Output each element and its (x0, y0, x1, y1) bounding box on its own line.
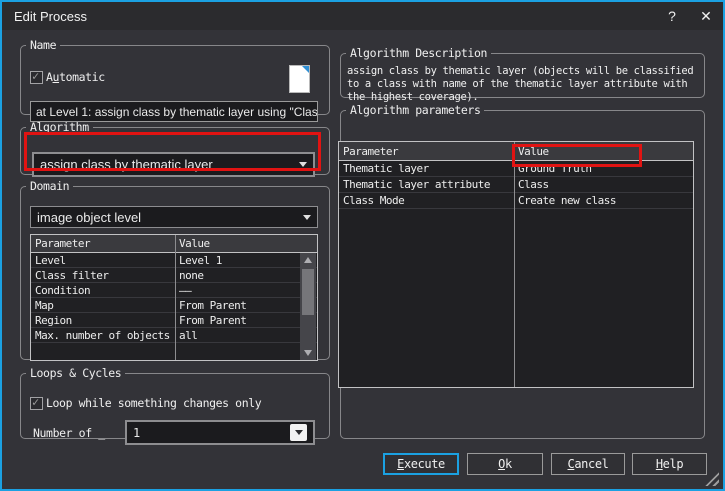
algorithm-parameters-table: ParameterValueThematic layerGround Truth… (338, 141, 694, 388)
help-icon[interactable]: ? (655, 2, 689, 30)
close-icon[interactable]: ✕ (689, 2, 723, 30)
loops-cycles-group-label: Loops & Cycles (26, 366, 125, 380)
value-cell[interactable]: all (175, 329, 317, 342)
param-cell[interactable]: Map (31, 299, 175, 312)
domain-table-scrollbar[interactable] (300, 253, 316, 360)
scroll-down-icon[interactable] (300, 346, 316, 360)
domain-select[interactable]: image object level (30, 206, 318, 228)
table-row[interactable]: Class filternone (31, 268, 317, 283)
scrollbar-thumb[interactable] (302, 269, 314, 315)
checkbox-checked-icon: ✓ (30, 71, 43, 84)
loop-while-changes-checkbox[interactable]: ✓ Loop while something changes only (30, 396, 261, 410)
loops-cycles-group: Loops & Cycles ✓ Loop while something ch… (20, 366, 330, 439)
domain-selected-value: image object level (37, 210, 141, 225)
chevron-down-icon (303, 215, 311, 220)
param-cell[interactable]: Thematic layer attribute (339, 178, 514, 191)
value-cell[interactable]: From Parent (175, 314, 317, 327)
scroll-up-icon[interactable] (300, 253, 316, 267)
algorithm-description-text: assign class by thematic layer (objects … (347, 65, 699, 104)
chevron-down-icon (299, 162, 307, 167)
automatic-checkbox-label: Automatic (46, 70, 105, 84)
domain-group: Domain image object level ParameterValue… (20, 179, 330, 360)
loop-while-changes-label: Loop while something changes only (46, 396, 261, 410)
algorithm-select[interactable]: assign class by thematic layer (32, 152, 315, 177)
algorithm-parameters-group: Algorithm parameters ParameterValueThema… (340, 103, 705, 439)
algorithm-parameters-label: Algorithm parameters (346, 103, 484, 117)
table-header-row: ParameterValue (339, 142, 693, 161)
value-cell[interactable]: Class (514, 178, 693, 191)
automatic-checkbox[interactable]: ✓ Automatic (30, 70, 105, 84)
column-header: Parameter (31, 237, 175, 250)
name-group: Name ✓ Automatic at Level 1: assign clas… (20, 38, 330, 115)
param-cell[interactable]: Max. number of objects (31, 329, 175, 342)
table-row[interactable]: Max. number of objectsall (31, 328, 317, 343)
param-cell[interactable]: Region (31, 314, 175, 327)
table-row[interactable]: Condition—— (31, 283, 317, 298)
titlebar[interactable]: Edit Process ? ✕ (2, 2, 723, 30)
value-cell[interactable]: From Parent (175, 299, 317, 312)
algorithm-description-group: Algorithm Description assign class by th… (340, 46, 705, 98)
column-header: Value (175, 237, 317, 250)
cancel-button[interactable]: Cancel (551, 453, 625, 475)
algorithm-selected-value: assign class by thematic layer (40, 157, 213, 172)
column-header: Parameter (339, 145, 514, 158)
table-row[interactable]: RegionFrom Parent (31, 313, 317, 328)
edit-process-dialog: Edit Process ? ✕ Name ✓ Automatic at Lev… (0, 0, 725, 491)
algorithm-group: Algorithm assign class by thematic layer (20, 120, 330, 175)
algorithm-description-label: Algorithm Description (346, 46, 491, 60)
value-cell[interactable]: Ground Truth (514, 162, 693, 175)
new-document-icon[interactable] (289, 65, 310, 93)
number-of-value: 1 (133, 426, 140, 440)
column-divider (514, 142, 515, 387)
column-header: Value (514, 145, 693, 158)
param-cell[interactable]: Condition (31, 284, 175, 297)
param-cell[interactable]: Class Mode (339, 194, 514, 207)
number-of-label: Number of _ (33, 426, 105, 440)
column-divider (175, 235, 176, 360)
table-header-row: ParameterValue (31, 235, 317, 253)
number-of-select[interactable]: 1 (125, 420, 315, 445)
domain-parameters-table: ParameterValueLevelLevel 1Class filterno… (30, 234, 318, 361)
param-cell[interactable]: Class filter (31, 269, 175, 282)
table-row[interactable]: Class ModeCreate new class (339, 193, 693, 209)
table-row[interactable]: LevelLevel 1 (31, 253, 317, 268)
checkbox-checked-icon: ✓ (30, 397, 43, 410)
value-cell[interactable]: Level 1 (175, 254, 317, 267)
domain-group-label: Domain (26, 179, 73, 193)
table-row[interactable]: Thematic layerGround Truth (339, 161, 693, 177)
process-name-field[interactable]: at Level 1: assign class by thematic lay… (30, 101, 318, 122)
chevron-down-icon (290, 424, 307, 441)
name-group-label: Name (26, 38, 60, 52)
param-cell[interactable]: Level (31, 254, 175, 267)
algorithm-group-label: Algorithm (26, 120, 93, 134)
value-cell[interactable]: —— (175, 284, 317, 297)
param-cell[interactable]: Thematic layer (339, 162, 514, 175)
window-title: Edit Process (14, 9, 87, 24)
help-button[interactable]: Help (632, 453, 707, 475)
table-row[interactable]: MapFrom Parent (31, 298, 317, 313)
execute-button[interactable]: Execute (383, 453, 459, 475)
resize-grip[interactable] (705, 472, 719, 486)
ok-button[interactable]: Ok (467, 453, 543, 475)
value-cell[interactable]: Create new class (514, 194, 693, 207)
table-row[interactable]: Thematic layer attributeClass (339, 177, 693, 193)
value-cell[interactable]: none (175, 269, 317, 282)
